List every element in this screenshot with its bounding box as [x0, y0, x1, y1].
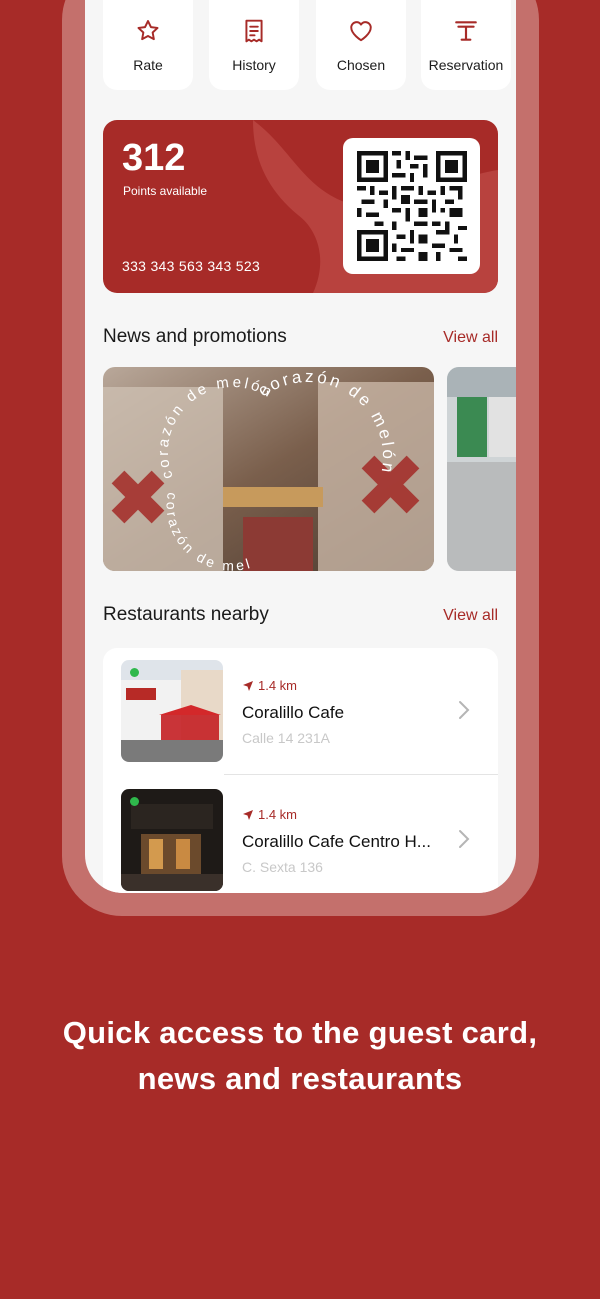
- quick-action-label: Rate: [133, 57, 163, 73]
- restaurants-section-title: Restaurants nearby: [103, 604, 269, 625]
- chevron-right-icon: [459, 830, 470, 848]
- row-divider: [224, 774, 498, 775]
- restaurants-view-all-link[interactable]: View all: [443, 607, 498, 625]
- restaurant-row[interactable]: 1.4 km Coralillo Cafe Calle 14 231A: [103, 648, 498, 776]
- heart-icon: [350, 21, 372, 42]
- promo-image: corazón de melón corazón de melón corazó…: [103, 367, 434, 571]
- table-icon: [455, 21, 477, 41]
- quick-action-reservation[interactable]: Reservation: [421, 0, 511, 90]
- restaurant-name: Coralillo Cafe Centro H...: [242, 832, 431, 851]
- open-status-dot: [130, 668, 139, 677]
- points-label: Points available: [123, 184, 208, 198]
- restaurant-list: 1.4 km Coralillo Cafe Calle 14 231A 1.4 …: [103, 648, 498, 893]
- distance-value: 1.4 km: [258, 678, 298, 693]
- card-number: 333 343 563 343 523: [122, 258, 261, 274]
- restaurant-address: Calle 14 231A: [242, 730, 330, 746]
- caption-line-1: Quick access to the guest card,: [62, 1015, 538, 1050]
- phone-screen: Rate History Chosen Reservation 312 Poin…: [85, 0, 516, 893]
- news-view-all-link[interactable]: View all: [443, 329, 498, 347]
- caption-line-2: news and restaurants: [137, 1061, 463, 1096]
- points-value: 312: [122, 137, 186, 179]
- promo-image: [447, 367, 516, 571]
- restaurant-name: Coralillo Cafe: [242, 703, 345, 722]
- quick-action-chosen[interactable]: Chosen: [316, 0, 406, 90]
- quick-action-label: Chosen: [336, 57, 386, 73]
- promo-card[interactable]: [447, 367, 516, 571]
- quick-action-label: History: [232, 57, 276, 73]
- location-arrow-icon: [243, 810, 253, 820]
- news-section-title: News and promotions: [103, 326, 287, 347]
- distance-value: 1.4 km: [258, 807, 298, 822]
- chevron-right-icon: [459, 701, 470, 719]
- open-status-dot: [130, 797, 139, 806]
- receipt-icon: [245, 19, 263, 43]
- location-arrow-icon: [243, 681, 253, 691]
- restaurant-distance: 1.4 km: [242, 807, 297, 822]
- guest-card[interactable]: 312 Points available 333 343 563 343 523: [103, 120, 498, 293]
- restaurant-address: C. Sexta 136: [242, 859, 323, 875]
- restaurant-distance: 1.4 km: [242, 678, 297, 693]
- star-icon: [137, 20, 159, 41]
- promo-card[interactable]: corazón de melón corazón de melón corazó…: [103, 367, 434, 571]
- promo-caption: Quick access to the guest card, news and…: [0, 1010, 600, 1102]
- qr-code-icon: [357, 151, 467, 261]
- quick-action-history[interactable]: History: [209, 0, 299, 90]
- quick-action-rate[interactable]: Rate: [103, 0, 193, 90]
- quick-action-label: Reservation: [428, 57, 504, 73]
- restaurant-row[interactable]: 1.4 km Coralillo Cafe Centro H... C. Sex…: [103, 777, 498, 893]
- qr-code[interactable]: [343, 138, 480, 274]
